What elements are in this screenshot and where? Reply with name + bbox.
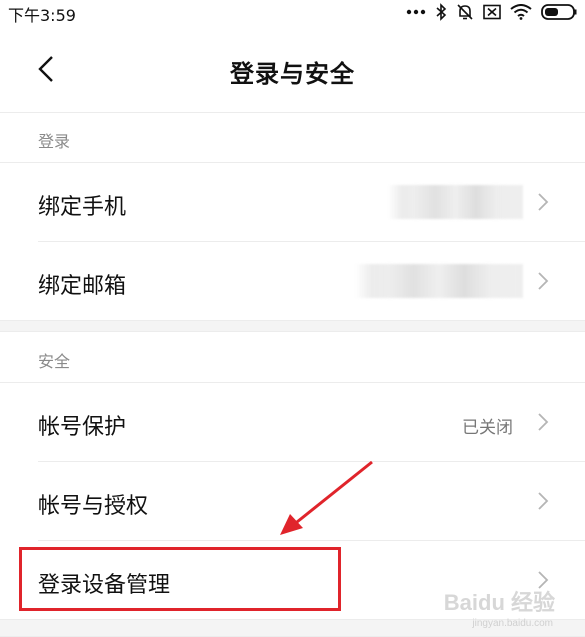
annotation-arrow-icon xyxy=(280,460,373,535)
section-label-login: 登录 xyxy=(38,132,71,151)
chevron-right-icon xyxy=(538,272,549,290)
more-dots-icon xyxy=(406,9,426,15)
highlight-box xyxy=(19,547,341,611)
mute-icon xyxy=(457,4,473,20)
redacted-email-value xyxy=(355,264,523,298)
section-gap xyxy=(0,320,585,332)
row-value-status: 已关闭 xyxy=(462,418,513,438)
settings-row-bind-phone[interactable]: 绑定手机 xyxy=(0,163,585,241)
bluetooth-icon xyxy=(436,3,447,21)
battery-icon xyxy=(541,4,577,20)
settings-row-account-protection[interactable]: 帐号保护 已关闭 xyxy=(0,383,585,461)
status-icons xyxy=(406,3,577,21)
chevron-right-icon xyxy=(538,413,549,431)
header: 登录与安全 xyxy=(0,26,585,113)
redacted-phone-value xyxy=(388,185,523,219)
row-label: 帐号保护 xyxy=(38,415,127,440)
baidu-watermark: Baidu 经验 xyxy=(443,590,555,615)
status-bar: 下午3:59 xyxy=(0,0,585,26)
chevron-right-icon xyxy=(538,492,549,510)
row-label: 帐号与授权 xyxy=(38,494,149,519)
chevron-right-icon xyxy=(538,193,549,211)
settings-row-bind-email[interactable]: 绑定邮箱 xyxy=(0,242,585,320)
wifi-icon xyxy=(510,4,532,20)
sim-off-icon xyxy=(483,4,501,20)
baidu-watermark-url: jingyan.baidu.com xyxy=(472,618,553,629)
status-time: 下午3:59 xyxy=(8,6,76,25)
row-label: 绑定邮箱 xyxy=(38,274,127,299)
row-label: 绑定手机 xyxy=(38,195,127,220)
section-label-security: 安全 xyxy=(38,352,71,371)
page-title: 登录与安全 xyxy=(230,60,355,88)
